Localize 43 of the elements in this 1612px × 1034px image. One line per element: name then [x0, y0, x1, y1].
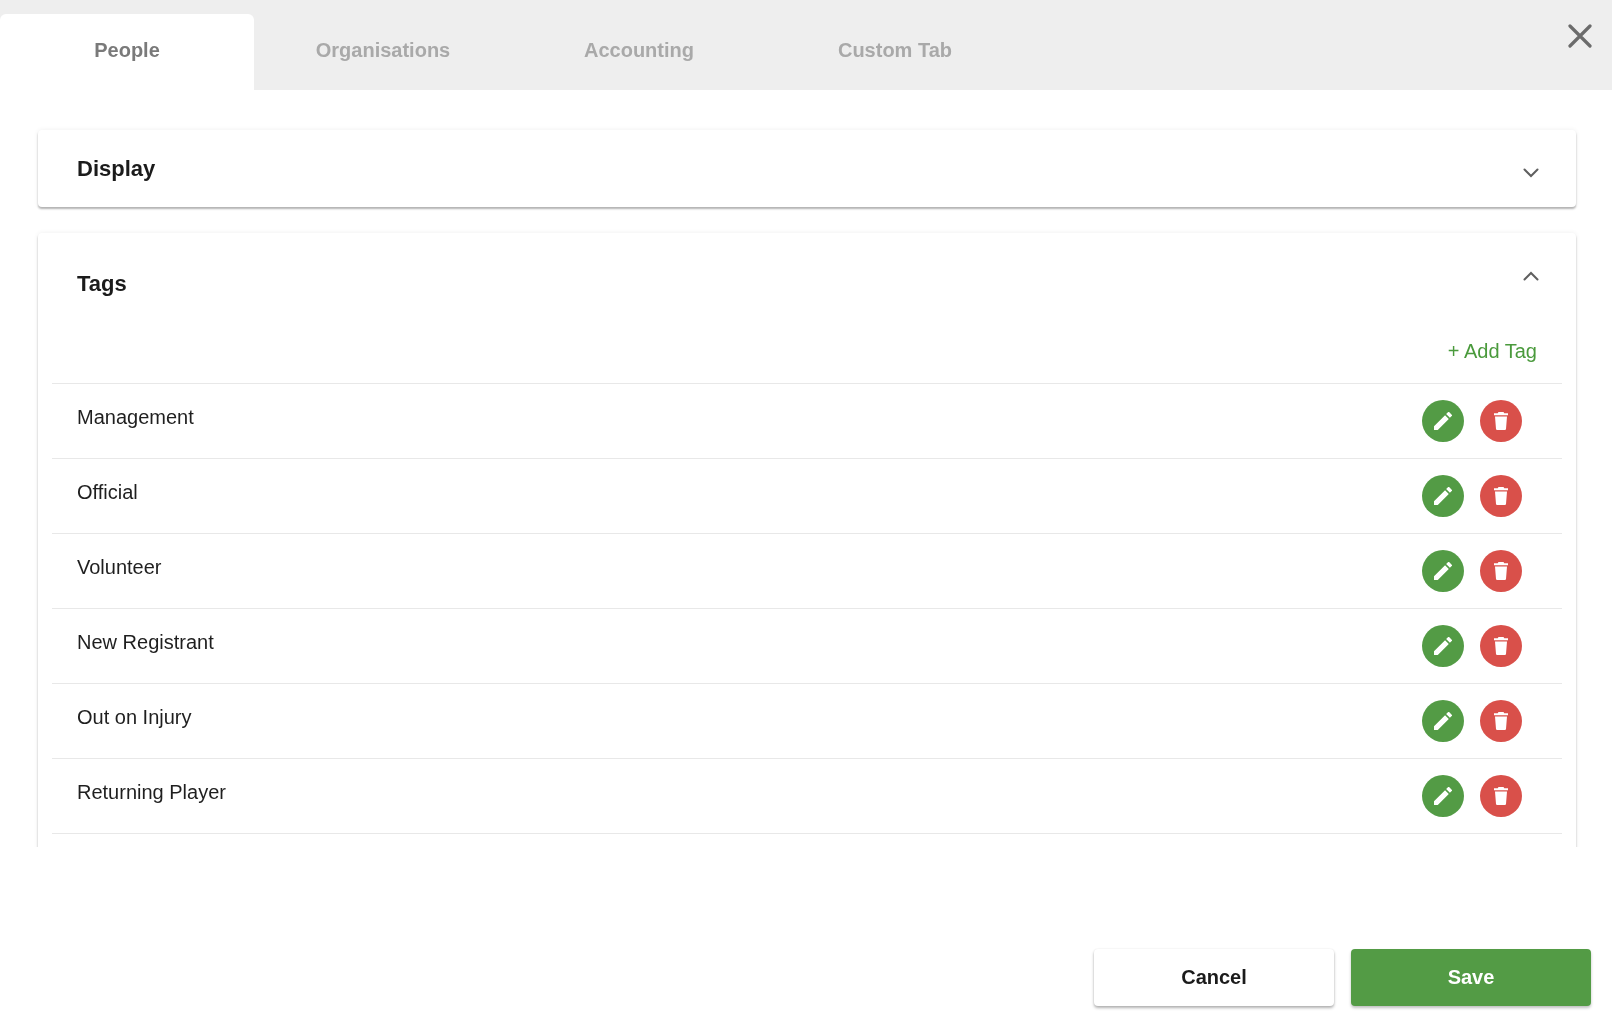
panel-title: Tags	[77, 271, 127, 297]
tag-name: New Registrant	[77, 630, 214, 654]
trash-icon	[1494, 712, 1508, 730]
pencil-icon	[1434, 637, 1452, 655]
edit-button[interactable]	[1422, 475, 1464, 517]
delete-button[interactable]	[1480, 475, 1522, 517]
save-button[interactable]: Save	[1351, 949, 1591, 1006]
close-button[interactable]	[1568, 24, 1592, 48]
delete-button[interactable]	[1480, 700, 1522, 742]
delete-button[interactable]	[1480, 625, 1522, 667]
delete-button[interactable]	[1480, 775, 1522, 817]
delete-button[interactable]	[1480, 400, 1522, 442]
add-tag-link[interactable]: + Add Tag	[1447, 339, 1537, 363]
tag-name: Out on Injury	[77, 705, 192, 729]
pencil-icon	[1434, 562, 1452, 580]
pencil-icon	[1434, 412, 1452, 430]
tag-name: Management	[77, 405, 194, 429]
trash-icon	[1494, 787, 1508, 805]
cancel-button[interactable]: Cancel	[1094, 949, 1334, 1006]
edit-button[interactable]	[1422, 400, 1464, 442]
tag-name: Returning Player	[77, 780, 226, 804]
close-icon	[1568, 24, 1592, 48]
tag-name: Official	[77, 480, 138, 504]
trash-icon	[1494, 487, 1508, 505]
delete-button[interactable]	[1480, 550, 1522, 592]
trash-icon	[1494, 562, 1508, 580]
chevron-down-icon[interactable]	[1523, 167, 1539, 178]
edit-button[interactable]	[1422, 775, 1464, 817]
edit-button[interactable]	[1422, 625, 1464, 667]
edit-button[interactable]	[1422, 700, 1464, 742]
pencil-icon	[1434, 487, 1452, 505]
tab[interactable]: Custom Tab	[768, 14, 1022, 90]
tab[interactable]: Organisations	[256, 14, 510, 90]
tab[interactable]: People	[0, 14, 254, 90]
trash-icon	[1494, 637, 1508, 655]
tab[interactable]: Accounting	[512, 14, 766, 90]
trash-icon	[1494, 412, 1508, 430]
edit-button[interactable]	[1422, 550, 1464, 592]
tag-name: Volunteer	[77, 555, 162, 579]
pencil-icon	[1434, 712, 1452, 730]
panel-title: Display	[77, 155, 156, 182]
pencil-icon	[1434, 787, 1452, 805]
chevron-up-icon[interactable]	[1523, 271, 1539, 281]
